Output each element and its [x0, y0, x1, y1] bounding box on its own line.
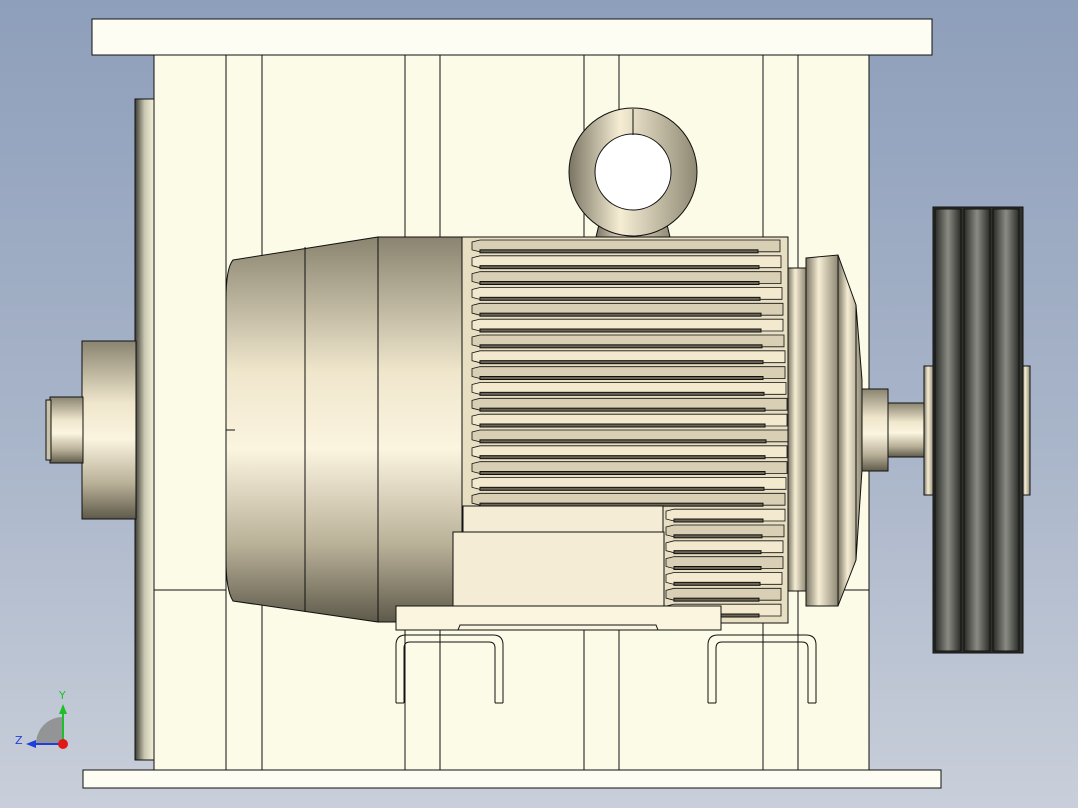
output-shaft[interactable]	[861, 388, 925, 472]
motor-end-bell[interactable]	[225, 236, 463, 623]
cooling-fin-shadow	[673, 534, 763, 539]
drive-end-flange[interactable]	[787, 254, 863, 607]
cooling-fin-shadow	[479, 486, 765, 491]
terminal-box[interactable]	[452, 505, 665, 607]
cooling-fin-shadow	[479, 439, 767, 444]
frame-bottom-plate[interactable]	[82, 769, 942, 789]
frame-left-flange[interactable]	[134, 98, 155, 761]
cooling-fin-shadow	[479, 328, 762, 333]
cooling-fin-shadow	[479, 344, 763, 349]
cooling-fin-shadow	[673, 518, 764, 523]
frame-top-plate[interactable]	[91, 18, 933, 56]
cooling-fin-shadow	[479, 407, 766, 412]
cooling-fin-shadow	[479, 296, 761, 301]
cooling-fin-shadow	[479, 249, 759, 254]
cooling-fin-shadow	[479, 471, 766, 475]
cooling-fin-shadow	[479, 281, 760, 285]
cooling-fin-shadow	[673, 597, 760, 602]
cad-viewport[interactable]: Y Z	[0, 0, 1078, 808]
triad-y-label: Y	[58, 689, 66, 702]
cooling-fin-shadow	[673, 566, 762, 570]
triad-z-label: Z	[15, 734, 23, 747]
v-belt-pulley[interactable]	[923, 206, 1031, 654]
cooling-fin-shadow	[479, 265, 760, 270]
cooling-fin-shadow	[479, 391, 765, 396]
triad-x-dot	[58, 739, 68, 749]
cooling-fin-shadow	[673, 581, 761, 586]
triad-quadrant	[36, 717, 63, 744]
lifting-eye-bolt[interactable]	[568, 107, 698, 238]
orientation-triad: Y Z	[15, 689, 68, 749]
left-coupling-shaft[interactable]	[45, 340, 137, 520]
cooling-fin-shadow	[479, 376, 764, 380]
cooling-fin-shadow	[479, 360, 764, 365]
cooling-fin-shadow	[479, 312, 762, 317]
cooling-fin-shadow	[479, 423, 766, 428]
cooling-fin-shadow	[673, 550, 762, 555]
cooling-fin-shadow	[479, 455, 766, 460]
